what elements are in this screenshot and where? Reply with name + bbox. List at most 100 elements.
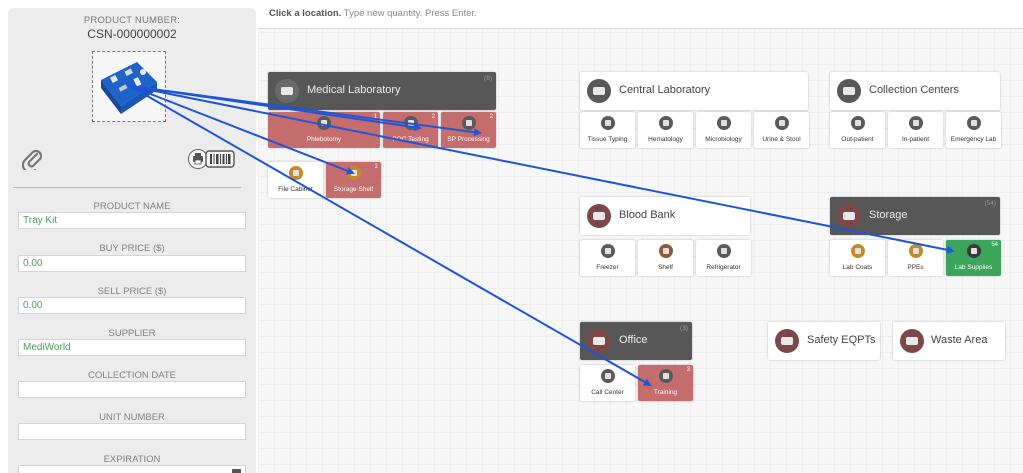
supplier-field[interactable]: MediWorld [18, 339, 246, 356]
sublocation-name: Lab Coats [842, 264, 873, 271]
tray-icon [837, 79, 861, 103]
location-collection-centers[interactable]: Collection Centers [830, 72, 1000, 110]
sublocation-in-patient[interactable]: In-patient [888, 112, 943, 148]
waste-icon [900, 329, 924, 353]
sublocation-sp-processing[interactable]: SP Processing 2 [441, 112, 496, 148]
buy-price-label: BUY PRICE ($) [99, 243, 165, 254]
locker-icon [851, 244, 865, 258]
sell-price-label: SELL PRICE ($) [97, 286, 167, 297]
sublocation-name: Microbiology [705, 136, 742, 143]
sublocation-file-cabinet[interactable]: File Cabinet [268, 162, 323, 198]
sublocation-poc-testing[interactable]: POC Testing 2 [383, 112, 438, 148]
locker-icon [909, 244, 923, 258]
tray-icon [659, 116, 673, 130]
sublocation-lab-supplies[interactable]: Lab Supplies 54 [946, 240, 1001, 276]
sublocation-name: In-patient [901, 136, 930, 143]
print-barcode-button[interactable] [188, 148, 236, 170]
sublocation-hematology[interactable]: Hematology [638, 112, 693, 148]
location-count: (8) [484, 75, 492, 82]
sublocation-name: File Cabinet [278, 186, 313, 193]
sublocation-name: Training [653, 389, 678, 396]
sublocation-name: Lab Supplies [954, 264, 993, 271]
refrigerator-icon [717, 244, 731, 258]
product-panel: PRODUCT NUMBER: CSN-000000002 PRODUCT NA… [8, 8, 256, 473]
office-icon [587, 329, 611, 353]
location-name: Safety EQPTs [807, 334, 876, 346]
sublocation-name: Hematology [648, 136, 683, 143]
sublocation-name: Freezer [596, 264, 619, 271]
location-waste-area[interactable]: Waste Area [893, 322, 1005, 360]
locker-icon [967, 244, 981, 258]
sublocation-name: Storage Shelf [333, 186, 374, 193]
tray-icon [587, 79, 611, 103]
sublocation-urine-stool[interactable]: Urine & Stool [754, 112, 809, 148]
location-name: Blood Bank [619, 209, 676, 221]
sublocation-name: Call Center [591, 389, 624, 396]
blood-bank-icon [587, 204, 611, 228]
product-number-label: PRODUCT NUMBER: [83, 15, 181, 26]
sublocation-refrigerator[interactable]: Refrigerator [696, 240, 751, 276]
storage-icon [837, 204, 861, 228]
location-safety-eqpts[interactable]: Safety EQPTs [768, 322, 880, 360]
product-name-field[interactable]: Tray Kit [18, 212, 246, 229]
sublocation-call-center[interactable]: Call Center [580, 365, 635, 401]
sublocation-name: Out-patient [841, 136, 874, 143]
sublocation-freezer[interactable]: Freezer [580, 240, 635, 276]
sublocation-name: Tissue Typing [587, 136, 628, 143]
building-icon [275, 79, 299, 103]
unit-number-label: UNIT NUMBER [99, 412, 165, 423]
location-storage[interactable]: Storage (54) [830, 197, 1000, 235]
sublocation-out-patient[interactable]: Out-patient [830, 112, 885, 148]
instruction-text: Click a location. Type new quantity. Pre… [269, 8, 477, 19]
product-image-dropzone[interactable] [92, 51, 166, 122]
buy-price-field[interactable]: 0.00 [18, 255, 246, 272]
sublocation-name: Shelf [658, 264, 673, 271]
calendar-icon[interactable] [232, 469, 241, 473]
location-blood-bank[interactable]: Blood Bank [580, 197, 750, 235]
expiration-field[interactable] [18, 465, 246, 473]
tray-kit-image [101, 62, 157, 114]
product-name-label: PRODUCT NAME [93, 201, 171, 212]
tray-icon [775, 116, 789, 130]
sublocation-count: 2 [431, 114, 435, 120]
location-central-laboratory[interactable]: Central Laboratory [580, 72, 808, 110]
tray-icon [659, 369, 673, 383]
location-name: Collection Centers [869, 84, 959, 96]
sublocation-name: PPEs [907, 264, 924, 271]
tray-icon [462, 116, 476, 130]
sublocation-shelf[interactable]: Shelf [638, 240, 693, 276]
tray-icon [601, 369, 615, 383]
sublocation-count: 3 [686, 367, 690, 373]
divider [13, 187, 241, 188]
location-name: Office [619, 334, 648, 346]
sublocation-phlebotomy[interactable]: Phlebotomy 1 [268, 112, 380, 148]
location-name: Storage [869, 209, 908, 221]
sublocation-emergency-lab[interactable]: Emergency Lab [946, 112, 1001, 148]
sublocation-ppes[interactable]: PPEs [888, 240, 943, 276]
location-name: Medical Laboratory [307, 84, 401, 96]
sublocation-name: Urine & Stool [762, 136, 801, 143]
location-name: Central Laboratory [619, 84, 711, 96]
sublocation-training[interactable]: Training 3 [638, 365, 693, 401]
sublocation-storage-shelf[interactable]: Storage Shelf 2 [326, 162, 381, 198]
sublocation-count: 2 [374, 164, 378, 170]
sublocation-count: 2 [489, 114, 493, 120]
sublocation-count: 1 [373, 114, 377, 120]
unit-number-field[interactable] [18, 423, 246, 440]
sublocation-count: 54 [991, 242, 998, 248]
location-office[interactable]: Office (3) [580, 322, 692, 360]
location-medical-laboratory[interactable]: Medical Laboratory (8) [268, 72, 496, 110]
safety-icon [775, 329, 799, 353]
shelf-icon [347, 166, 361, 180]
tray-icon [601, 116, 615, 130]
sublocation-lab-coats[interactable]: Lab Coats [830, 240, 885, 276]
sell-price-field[interactable]: 0.00 [18, 297, 246, 314]
sublocation-tissue-typing[interactable]: Tissue Typing [580, 112, 635, 148]
sublocation-microbiology[interactable]: Microbiology [696, 112, 751, 148]
expiration-label: EXPIRATION [103, 454, 161, 465]
paperclip-icon[interactable] [21, 148, 43, 175]
tray-icon [967, 116, 981, 130]
shelf-icon [659, 244, 673, 258]
collection-date-field[interactable] [18, 381, 246, 398]
location-name: Waste Area [931, 334, 988, 346]
